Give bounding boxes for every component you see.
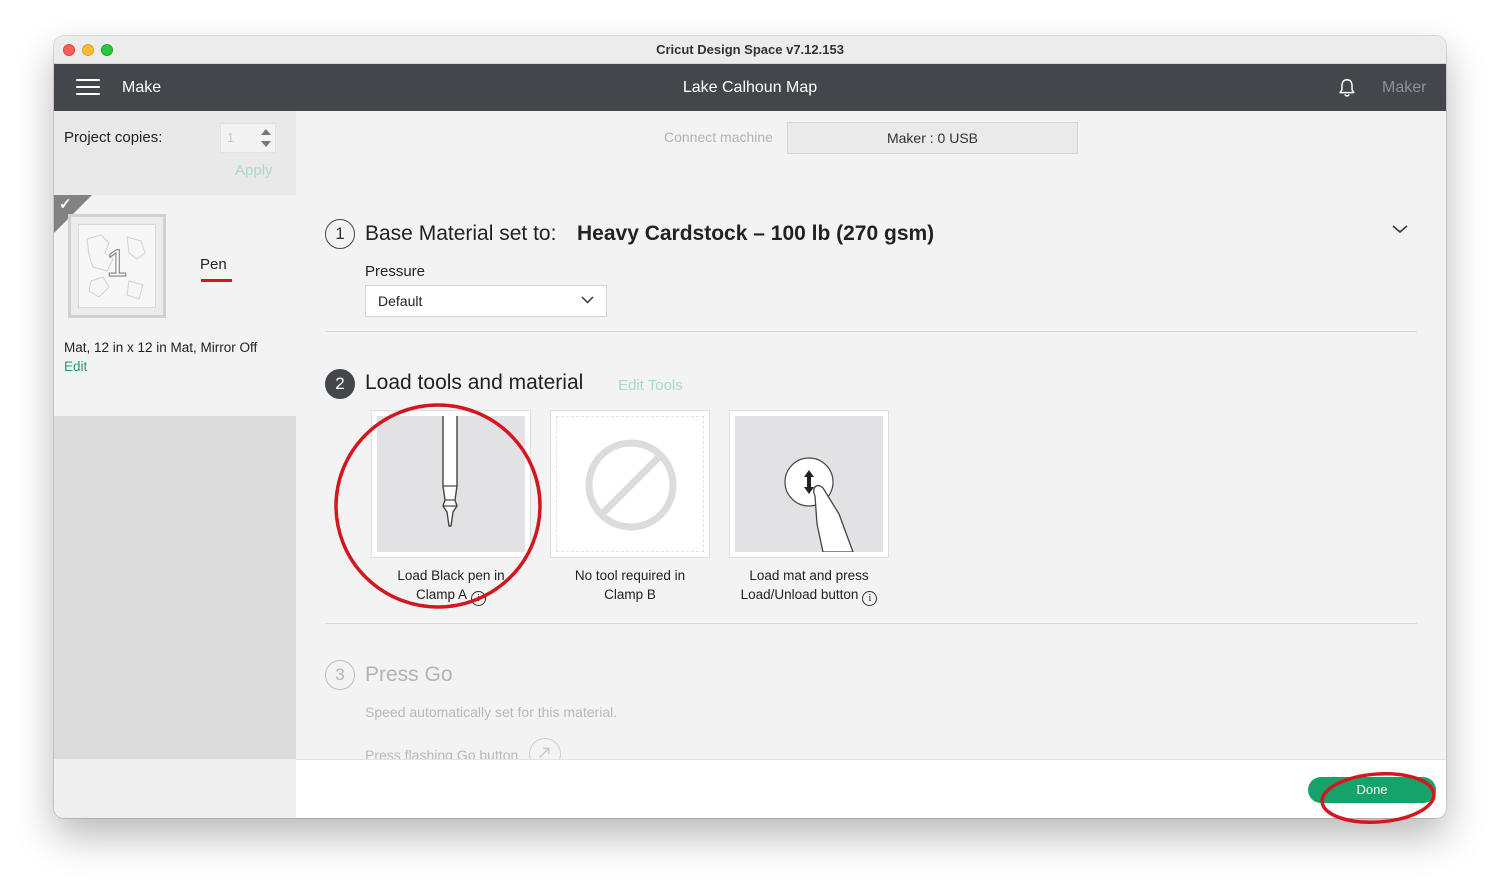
info-icon[interactable]: i	[471, 591, 487, 606]
done-button[interactable]: Done	[1308, 777, 1436, 803]
step-2-number: 2	[325, 369, 355, 399]
step-3-label: Press Go	[365, 663, 453, 686]
connect-machine-label: Connect machine	[664, 129, 773, 145]
step-1-number: 1	[325, 219, 355, 249]
title-bar: Cricut Design Space v7.12.153	[54, 36, 1446, 64]
project-copies-label: Project copies:	[64, 129, 163, 146]
divider	[325, 623, 1417, 624]
checkmark-icon: ✓	[59, 196, 72, 213]
project-copies-stepper[interactable]: 1	[220, 123, 276, 153]
caption-line-1: Load Black pen in	[397, 568, 505, 583]
step-3-number: 3	[325, 660, 355, 690]
tool-caption-load-mat: Load mat and press Load/Unload button i	[719, 566, 899, 606]
mat-preview: 1	[78, 224, 156, 308]
pen-icon	[442, 416, 458, 527]
mat-description: Mat, 12 in x 12 in Mat, Mirror Off	[64, 340, 258, 355]
stepper-down-icon[interactable]	[261, 141, 271, 147]
load-unload-icon	[784, 457, 854, 553]
tool-card-image	[735, 416, 883, 553]
step-3-sublabel: Speed automatically set for this materia…	[365, 704, 618, 720]
bell-icon[interactable]	[1336, 77, 1358, 99]
pressure-label: Pressure	[365, 263, 426, 280]
make-steps-panel: Connect machine Maker : 0 USB 1 Base Mat…	[296, 111, 1446, 759]
stepper-up-icon[interactable]	[261, 129, 271, 135]
base-material-value: Heavy Cardstock – 100 lb (270 gsm)	[577, 222, 935, 245]
apply-button[interactable]: Apply	[235, 162, 273, 179]
mat-edit-link[interactable]: Edit	[64, 359, 87, 374]
tool-card-clamp-a	[371, 410, 531, 558]
mat-card[interactable]: ✓ 1 Pen Mat, 12 in x 12 in Mat, Mirror O…	[54, 195, 296, 416]
mat-thumbnail[interactable]: 1	[68, 214, 166, 318]
app-window: Cricut Design Space v7.12.153 Make Lake …	[54, 36, 1446, 818]
pen-color-indicator	[201, 279, 232, 282]
chevron-down-icon[interactable]	[1391, 222, 1409, 236]
sidebar: Project copies: 1 Apply ✓ 1 Pen Mat, 12 …	[54, 111, 296, 818]
divider	[325, 331, 1417, 332]
pressure-value: Default	[378, 293, 423, 309]
caption-line-2: Clamp A	[415, 587, 468, 602]
tool-card-image	[377, 416, 525, 552]
machine-select[interactable]: Maker : 0 USB	[787, 122, 1078, 154]
go-button-icon	[529, 738, 561, 759]
caption-line-1: Load mat and press	[749, 568, 869, 583]
footer-bar: Done	[296, 759, 1446, 818]
edit-tools-link[interactable]: Edit Tools	[618, 377, 683, 394]
tool-caption-clamp-a: Load Black pen in Clamp Ai	[361, 566, 541, 606]
mat-number: 1	[106, 242, 128, 285]
tool-card-image	[556, 416, 704, 552]
project-title: Lake Calhoun Map	[682, 79, 818, 96]
pressure-select[interactable]: Default	[365, 285, 607, 317]
no-tool-icon	[585, 439, 677, 531]
project-copies-value: 1	[227, 130, 235, 145]
step-3-go-text: Press flashing Go button	[365, 747, 519, 759]
caption-line-2: Load/Unload button	[740, 587, 859, 602]
step-2-label: Load tools and material	[365, 371, 584, 394]
sidebar-footer	[54, 759, 296, 818]
step-1-label: Base Material set to:	[365, 222, 557, 245]
project-copies-panel: Project copies: 1 Apply	[54, 111, 296, 195]
app-header: Make Lake Calhoun Map Maker	[54, 64, 1446, 111]
tool-card-load-mat	[729, 410, 889, 558]
info-icon[interactable]: i	[862, 591, 878, 606]
tool-caption-clamp-b: No tool required in Clamp B	[540, 566, 720, 604]
machine-name[interactable]: Maker	[1382, 79, 1426, 97]
chevron-down-icon	[581, 296, 594, 304]
window-title: Cricut Design Space v7.12.153	[656, 42, 844, 57]
caption-line-1: No tool required in	[574, 568, 686, 583]
mat-tool-label: Pen	[200, 256, 227, 273]
caption-line-2: Clamp B	[604, 587, 656, 602]
tool-card-clamp-b	[550, 410, 710, 558]
